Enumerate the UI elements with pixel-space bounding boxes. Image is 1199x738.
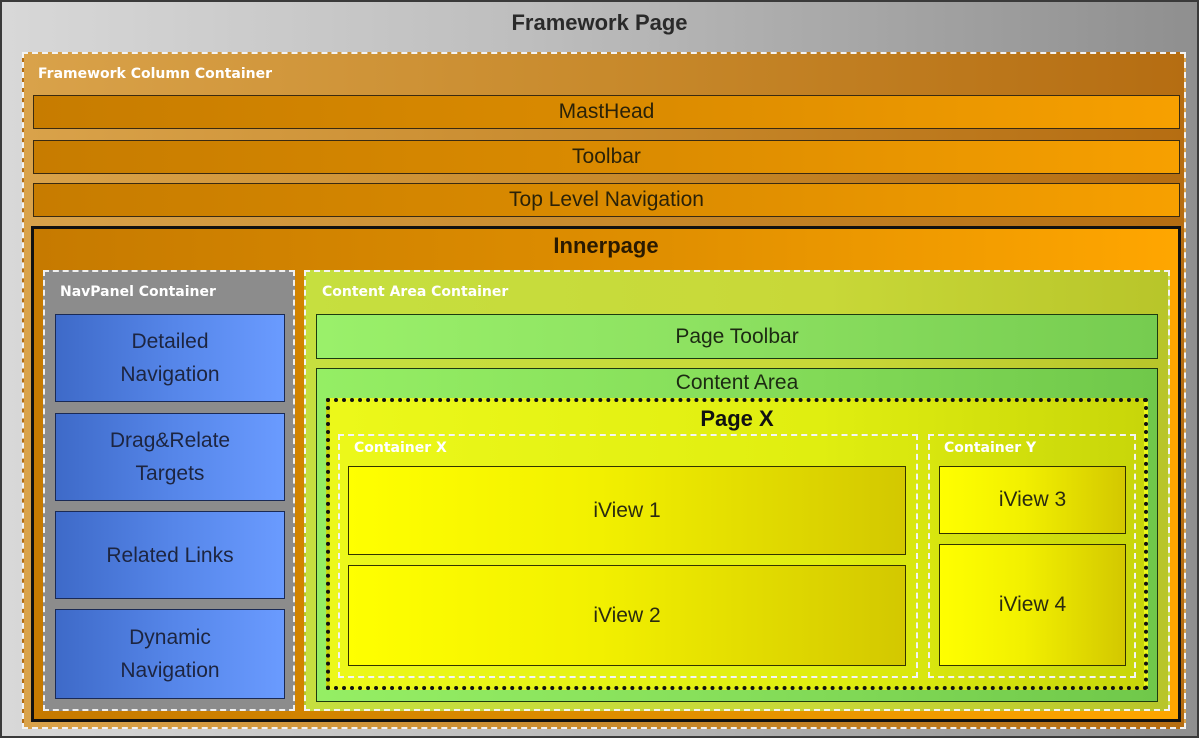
navpanel-container-title: NavPanel Container [60, 284, 216, 300]
navpanel-item-label-line1: Drag&Relate [109, 429, 231, 452]
iview-2: iView 2 [348, 565, 906, 666]
navpanel-item-label-line1: Detailed [131, 330, 209, 353]
navpanel-drag-relate-targets: Drag&Relate Targets [55, 413, 285, 501]
toolbar: Toolbar [33, 140, 1180, 174]
navpanel-dynamic-navigation: Dynamic Navigation [55, 609, 285, 699]
framework-page-title: Framework Page [511, 10, 688, 35]
container-y-title: Container Y [944, 440, 1037, 456]
page-toolbar: Page Toolbar [316, 314, 1158, 359]
navpanel-item-label-line1: Dynamic [129, 626, 211, 649]
iview-1: iView 1 [348, 466, 906, 555]
content-area-title: Content Area [675, 371, 799, 394]
navpanel-item-label-line1: Related Links [106, 543, 234, 567]
navpanel-item-label-line2: Navigation [120, 659, 220, 682]
navpanel-item-label-line2: Targets [135, 462, 205, 485]
page-x-title: Page X [700, 406, 774, 431]
framework-column-container-title: Framework Column Container [38, 66, 272, 82]
masthead: MastHead [33, 95, 1180, 129]
container-x-title: Container X [354, 440, 447, 456]
navpanel-item-label-line2: Navigation [120, 363, 220, 386]
innerpage-title: Innerpage [553, 233, 659, 258]
iview-3: iView 3 [939, 466, 1126, 534]
content-area-container-title: Content Area Container [322, 284, 509, 300]
iview-4: iView 4 [939, 544, 1126, 666]
navpanel-detailed-navigation: Detailed Navigation [55, 314, 285, 402]
navpanel-related-links: Related Links [55, 511, 285, 599]
top-level-navigation: Top Level Navigation [33, 183, 1180, 217]
